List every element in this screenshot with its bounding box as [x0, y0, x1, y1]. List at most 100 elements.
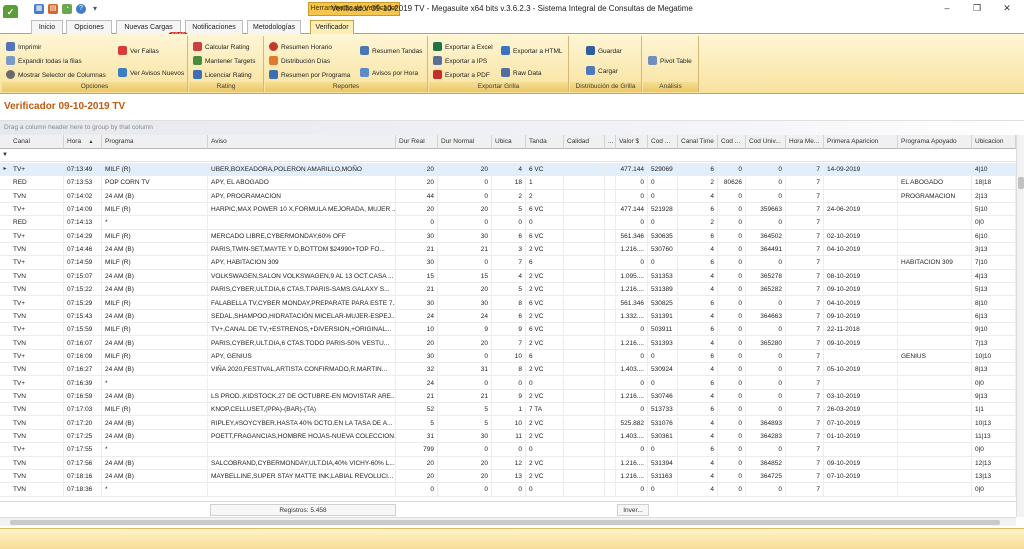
- tab-inicio[interactable]: Inicio: [31, 20, 63, 34]
- cell-dur-real[interactable]: 30: [396, 349, 438, 363]
- cell-calidad[interactable]: [564, 443, 605, 457]
- table-row[interactable]: TVN 07:16:27 24 AM (B) VIÑA 2020,FESTIVAL,A…: [0, 363, 1016, 377]
- cell-tanda[interactable]: 2: [526, 189, 564, 203]
- cell-cod-2[interactable]: 0: [718, 416, 746, 430]
- cell-canal[interactable]: RED: [10, 176, 64, 190]
- cell-aviso[interactable]: SEDAL,SHAMPOO,HIDRATACIÓN MICELAR-MUJER-…: [208, 309, 396, 323]
- cell-ubicacion[interactable]: 9|10: [972, 323, 1016, 337]
- cell-dur-normal[interactable]: 0: [438, 216, 492, 230]
- cell-tanda[interactable]: 2 VC: [526, 470, 564, 484]
- group-panel[interactable]: Drag a column header here to group by th…: [0, 121, 1024, 135]
- cell-programa[interactable]: POP CORN TV: [102, 176, 208, 190]
- cell-programa[interactable]: *: [102, 216, 208, 230]
- cell-valor[interactable]: 1.095....: [616, 269, 648, 283]
- exportar-pdf-button[interactable]: Exportar a PDF: [433, 70, 490, 80]
- table-row[interactable]: TVN 07:17:56 24 AM (B) SALCOBRAND,CYBERMOND…: [0, 456, 1016, 470]
- cell-cod-univ[interactable]: 0: [746, 483, 786, 497]
- cell-canal-time[interactable]: 6: [678, 203, 718, 217]
- cell-more[interactable]: [605, 296, 616, 310]
- cell-primera-aparicion[interactable]: [824, 216, 898, 230]
- cell-canal-time[interactable]: 4: [678, 470, 718, 484]
- cell-ubica[interactable]: 5: [492, 203, 526, 217]
- cell-calidad[interactable]: [564, 203, 605, 217]
- cell-dur-real[interactable]: 32: [396, 363, 438, 377]
- vertical-scrollbar[interactable]: [1016, 135, 1024, 517]
- cell-calidad[interactable]: [564, 256, 605, 270]
- cell-more[interactable]: [605, 456, 616, 470]
- cell-canal-time[interactable]: 6: [678, 403, 718, 417]
- cell-canal[interactable]: TVN: [10, 483, 64, 497]
- cell-canal-time[interactable]: 4: [678, 189, 718, 203]
- cell-cod-1[interactable]: 0: [648, 376, 678, 390]
- cell-aviso[interactable]: PARIS,CYBER,ULT.DIA,6 CTAS.T.PARIS-SAMS.…: [208, 283, 396, 297]
- column-header-aviso[interactable]: Aviso: [208, 135, 396, 149]
- cell-more[interactable]: [605, 189, 616, 203]
- cell-calidad[interactable]: [564, 349, 605, 363]
- cell-ubicacion[interactable]: 13|13: [972, 470, 1016, 484]
- cell-valor[interactable]: 1.403....: [616, 363, 648, 377]
- table-row[interactable]: ▸ TV+ 07:13:49 MILF (R) UBER,BOXEADORA,POLER…: [0, 163, 1016, 177]
- cell-aviso[interactable]: VIÑA 2020,FESTIVAL,ARTISTA CONFIRMADO,R.…: [208, 363, 396, 377]
- cell-cod-1[interactable]: 530746: [648, 389, 678, 403]
- cell-programa[interactable]: MILF (R): [102, 163, 208, 176]
- cell-more[interactable]: [605, 403, 616, 417]
- cell-calidad[interactable]: [564, 470, 605, 484]
- cell-programa-apoyado[interactable]: [898, 163, 972, 176]
- cell-canal-time[interactable]: 6: [678, 443, 718, 457]
- cell-calidad[interactable]: [564, 163, 605, 176]
- cell-cod-2[interactable]: 0: [718, 430, 746, 443]
- cell-cod-univ[interactable]: 365278: [746, 269, 786, 283]
- cell-dur-normal[interactable]: 20: [438, 283, 492, 297]
- cell-ubicacion[interactable]: 5|13: [972, 283, 1016, 297]
- cell-cod-univ[interactable]: 0: [746, 323, 786, 337]
- column-header-programa-apoyado[interactable]: Programa Apoyado: [898, 135, 972, 149]
- cell-hora[interactable]: 07:18:16: [64, 470, 102, 484]
- cell-ubica[interactable]: 12: [492, 456, 526, 470]
- cell-aviso[interactable]: RIPLEY,#SOYCYBER,HASTA 40% DCTO.EN LA TA…: [208, 416, 396, 430]
- cell-calidad[interactable]: [564, 456, 605, 470]
- cell-canal[interactable]: TV+: [10, 229, 64, 243]
- cell-primera-aparicion[interactable]: [824, 349, 898, 363]
- cell-more[interactable]: [605, 430, 616, 443]
- cell-aviso[interactable]: [208, 483, 396, 497]
- cell-primera-aparicion[interactable]: 14-09-2019: [824, 163, 898, 176]
- cell-programa[interactable]: *: [102, 376, 208, 390]
- cell-hora-media[interactable]: 7: [786, 296, 824, 310]
- cell-ubicacion[interactable]: 0|0: [972, 443, 1016, 457]
- cell-cod-2[interactable]: 0: [718, 203, 746, 217]
- cell-more[interactable]: [605, 309, 616, 323]
- filter-row[interactable]: ▼: [0, 149, 1016, 162]
- cell-tanda[interactable]: 2 VC: [526, 363, 564, 377]
- cell-canal-time[interactable]: 6: [678, 229, 718, 243]
- cell-canal[interactable]: TVN: [10, 389, 64, 403]
- maximize-button[interactable]: ❐: [962, 0, 992, 17]
- cell-cod-1[interactable]: 531394: [648, 456, 678, 470]
- cell-dur-normal[interactable]: 0: [438, 376, 492, 390]
- cell-canal[interactable]: TVN: [10, 403, 64, 417]
- cell-primera-aparicion[interactable]: 05-10-2019: [824, 363, 898, 377]
- cell-canal-time[interactable]: 4: [678, 336, 718, 350]
- cell-hora-media[interactable]: 7: [786, 456, 824, 470]
- column-header-calidad[interactable]: Calidad: [564, 135, 605, 149]
- cell-cod-2[interactable]: 0: [718, 309, 746, 323]
- cell-more[interactable]: [605, 216, 616, 230]
- cell-cod-2[interactable]: 0: [718, 336, 746, 350]
- cell-valor[interactable]: 477.144: [616, 203, 648, 217]
- cell-canal-time[interactable]: 6: [678, 323, 718, 337]
- cell-cod-univ[interactable]: 0: [746, 349, 786, 363]
- cell-more[interactable]: [605, 443, 616, 457]
- cell-calidad[interactable]: [564, 363, 605, 377]
- cell-ubicacion[interactable]: 5|10: [972, 203, 1016, 217]
- cell-calidad[interactable]: [564, 323, 605, 337]
- cell-hora[interactable]: 07:15:59: [64, 323, 102, 337]
- cell-canal-time[interactable]: 2: [678, 216, 718, 230]
- cell-programa-apoyado[interactable]: [898, 296, 972, 310]
- guardar-button[interactable]: Guardar: [586, 46, 622, 56]
- cell-cod-univ[interactable]: 0: [746, 163, 786, 176]
- cell-ubica[interactable]: 8: [492, 296, 526, 310]
- cell-more[interactable]: [605, 416, 616, 430]
- cell-programa[interactable]: MILF (R): [102, 203, 208, 217]
- cell-hora[interactable]: 07:15:29: [64, 296, 102, 310]
- cell-primera-aparicion[interactable]: [824, 443, 898, 457]
- cell-cod-1[interactable]: 531076: [648, 416, 678, 430]
